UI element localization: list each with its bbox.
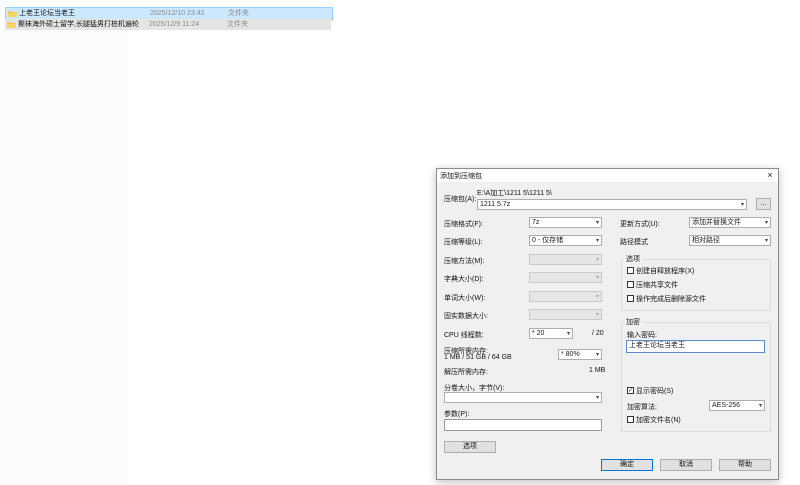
chevron-down-icon: ▾ — [595, 294, 599, 300]
level-label: 压缩等级(L): — [444, 239, 483, 246]
title-bar: 添加到压缩包 × — [437, 169, 778, 182]
folder-icon — [8, 11, 17, 17]
word-select[interactable]: ▾ — [529, 291, 602, 302]
browse-button[interactable]: ... — [756, 198, 771, 210]
chevron-down-icon: ▾ — [764, 238, 768, 244]
file-name: 撕袜海外硕士留学,长腿猛男打桩机遍轮 — [18, 21, 139, 28]
show-password-label: 显示密码(S) — [636, 388, 674, 395]
enc-method-select[interactable]: AES-256 ▾ — [709, 400, 765, 411]
archive-path: E:\A加工\1211 5\1211 5\ — [477, 190, 552, 197]
path-mode-label: 路径模式 — [620, 239, 648, 246]
chevron-down-icon: ▾ — [595, 395, 599, 401]
password-label: 输入密码: — [627, 332, 657, 339]
cpu-label: CPU 线程数: — [444, 332, 484, 339]
path-mode-select[interactable]: 相对路径 ▾ — [689, 235, 771, 246]
encrypt-names-checkbox[interactable] — [627, 416, 634, 423]
options-group-title: 选项 — [624, 254, 642, 264]
method-label: 压缩方法(M): — [444, 258, 485, 265]
sfx-label: 创建自释放程序(X) — [636, 268, 695, 275]
file-name: 上老王论坛当老王 — [19, 10, 75, 17]
file-date: 2025/12/10 23:42 — [150, 10, 205, 17]
help-button[interactable]: 帮助 — [719, 459, 771, 471]
format-value: 7z — [532, 219, 540, 226]
params-label: 参数(P): — [444, 411, 470, 418]
dict-label: 字典大小(D): — [444, 276, 484, 283]
empty-list-area — [0, 30, 128, 485]
chevron-down-icon: ▾ — [595, 312, 599, 318]
encryption-group-title: 加密 — [624, 317, 642, 327]
cancel-button[interactable]: 取消 — [660, 459, 712, 471]
password-input[interactable]: 上老王论坛当老王 — [626, 340, 765, 353]
chevron-down-icon: ▾ — [764, 220, 768, 226]
chevron-down-icon: ▾ — [740, 202, 744, 208]
word-label: 单词大小(W): — [444, 295, 486, 302]
solid-select[interactable]: ▾ — [529, 309, 602, 320]
update-value: 添加并替换文件 — [692, 219, 741, 226]
solid-label: 固实数据大小: — [444, 313, 488, 320]
format-select[interactable]: 7z ▾ — [529, 217, 602, 228]
archive-name-input[interactable]: 1211 5.7z ▾ — [477, 199, 747, 210]
mem-decomp-label: 解压所需内存: — [444, 369, 488, 376]
chevron-down-icon: ▾ — [595, 352, 599, 358]
password-value: 上老王论坛当老王 — [629, 342, 685, 349]
path-mode-value: 相对路径 — [692, 237, 720, 244]
update-select[interactable]: 添加并替换文件 ▾ — [689, 217, 771, 228]
chevron-down-icon: ▾ — [595, 257, 599, 263]
split-select[interactable]: ▾ — [444, 392, 602, 403]
enc-method-value: AES-256 — [712, 402, 741, 409]
level-value: 0 - 仅存储 — [532, 237, 564, 244]
chevron-down-icon: ▾ — [758, 403, 762, 409]
folder-icon — [7, 22, 16, 28]
file-row[interactable]: 撕袜海外硕士留学,长腿猛男打桩机遍轮 2025/12/9 11:24 文件夹 — [5, 19, 331, 30]
dialog-title: 添加到压缩包 — [440, 173, 482, 180]
mem-percent-value: * 80% — [561, 351, 580, 358]
chevron-down-icon: ▾ — [595, 238, 599, 244]
delete-after-checkbox[interactable] — [627, 295, 634, 302]
file-type: 文件夹 — [228, 10, 249, 17]
mem-percent-select[interactable]: * 80% ▾ — [558, 349, 602, 360]
shared-label: 压缩共享文件 — [636, 282, 678, 289]
chevron-down-icon: ▾ — [595, 220, 599, 226]
delete-after-label: 操作完成后删除源文件 — [636, 296, 706, 303]
params-input[interactable] — [444, 419, 602, 431]
encrypt-names-label: 加密文件名(N) — [636, 417, 681, 424]
ok-button[interactable]: 确定 — [601, 459, 653, 471]
close-icon[interactable]: × — [764, 169, 776, 181]
file-date: 2025/12/9 11:24 — [149, 21, 200, 28]
archive-label: 压缩包(A): — [444, 196, 477, 203]
level-select[interactable]: 0 - 仅存储 ▾ — [529, 235, 602, 246]
cpu-value: * 20 — [532, 330, 545, 337]
dict-select[interactable]: ▾ — [529, 272, 602, 283]
mem-decomp-value: 1 MB — [589, 367, 606, 374]
mem-comp-value: 1 MB / 51 GB / 64 GB — [444, 354, 512, 361]
file-type: 文件夹 — [227, 21, 248, 28]
enc-method-label: 加密算法: — [627, 404, 657, 411]
chevron-down-icon: ▾ — [566, 331, 570, 337]
sfx-checkbox[interactable] — [627, 267, 634, 274]
add-to-archive-dialog: 添加到压缩包 × 压缩包(A): E:\A加工\1211 5\1211 5\ 1… — [436, 168, 779, 480]
method-select[interactable]: ▾ — [529, 254, 602, 265]
format-label: 压缩格式(F): — [444, 221, 483, 228]
shared-checkbox[interactable] — [627, 281, 634, 288]
chevron-down-icon: ▾ — [595, 275, 599, 281]
options-button[interactable]: 选项 — [444, 441, 496, 453]
cpu-select[interactable]: * 20 ▾ — [529, 328, 573, 339]
archive-name-value: 1211 5.7z — [480, 201, 511, 208]
update-label: 更新方式(U): — [620, 221, 660, 228]
show-password-checkbox[interactable]: ✓ — [627, 387, 634, 394]
cpu-max: / 20 — [592, 330, 604, 337]
